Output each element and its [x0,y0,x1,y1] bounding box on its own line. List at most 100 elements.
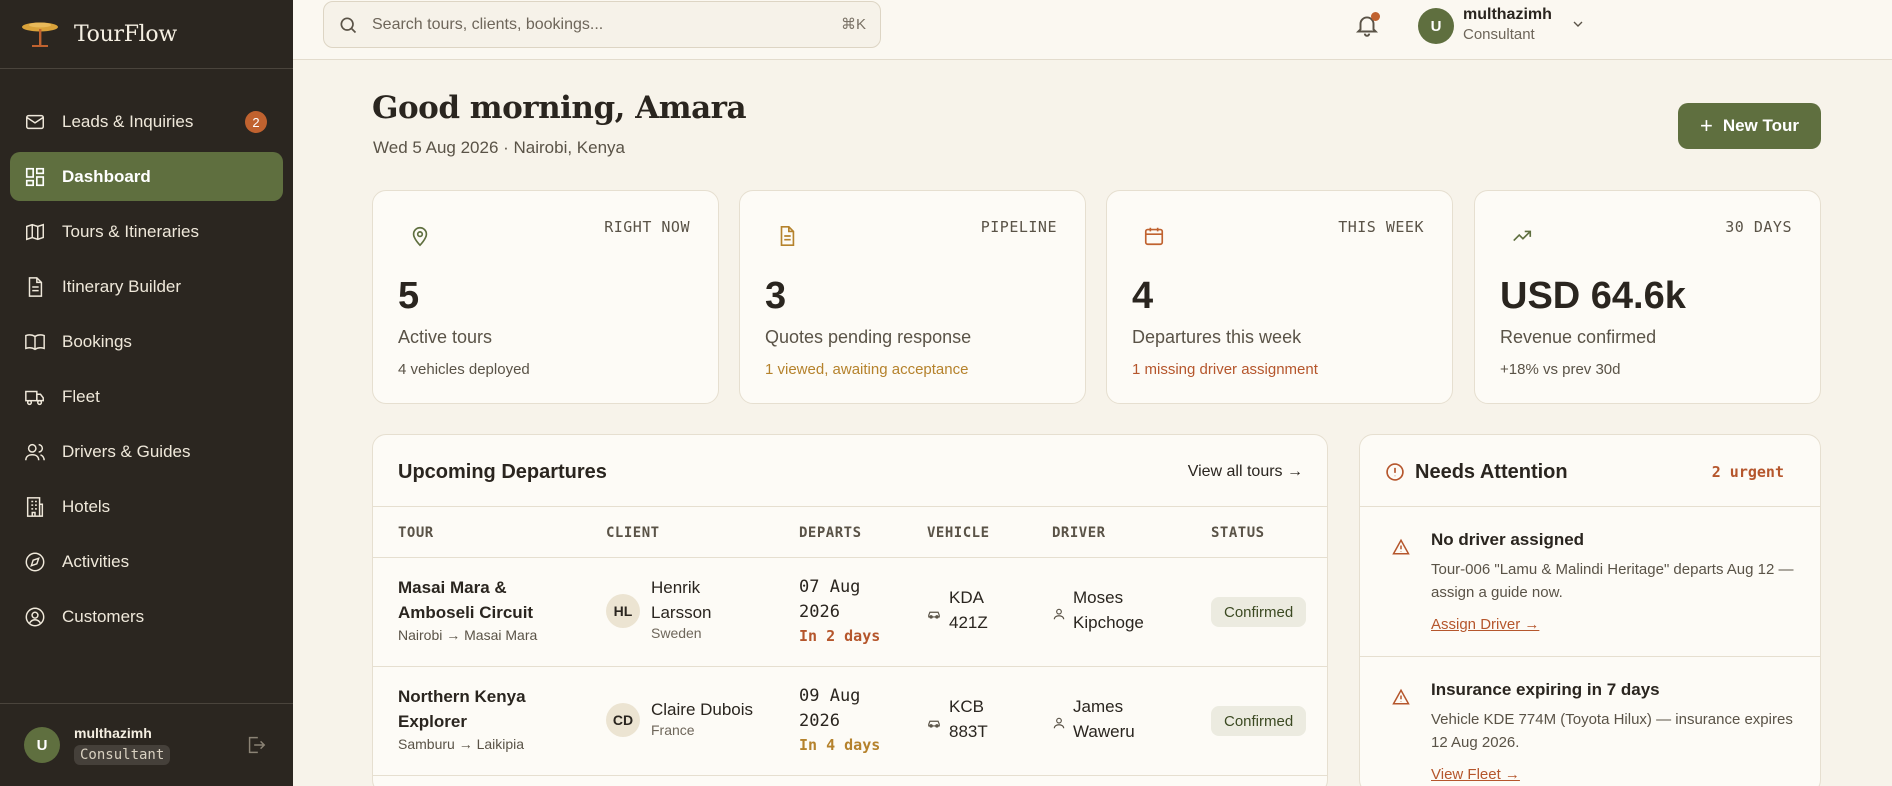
building-icon [26,496,44,517]
driver-name-line: Kipchoge [1073,613,1144,632]
client-country: Sweden [651,625,702,641]
topbar-user-name: multhazimh [1463,6,1552,23]
driver-cell: James Waweru [1073,694,1135,744]
stat-eyebrow: PIPELINE [980,218,1057,236]
sidebar-item-drivers[interactable]: Drivers & Guides [10,427,283,476]
tour-route: Samburu → Laikipia [398,736,525,752]
topbar: ⌘K [293,0,1892,60]
sidebar: TourFlow Leads & Inquiries 2 Dashboard T… [0,0,293,786]
stat-card-quotes[interactable]: PIPELINE 3 Quotes pending response 1 vie… [739,190,1086,404]
dashboard-icon [25,167,45,186]
panel-title: Needs Attention [1415,461,1568,483]
sidebar-item-label: Leads & Inquiries [62,111,194,131]
tour-name-line: Explorer [398,712,467,731]
table-header: TOUR CLIENT DEPARTS VEHICLE DRIVER STATU… [373,506,1327,558]
book-icon [25,333,45,350]
sidebar-item-label: Activities [62,551,130,571]
column-header-tour[interactable]: TOUR [398,525,434,541]
alert-circle-icon [1386,463,1404,481]
needs-attention-panel: Needs Attention 2 urgent No driver assig… [1359,434,1821,786]
chevron-down-icon[interactable] [1570,16,1586,32]
tour-name-line: Northern Kenya [398,687,526,706]
sidebar-item-tours[interactable]: Tours & Itineraries [10,207,283,256]
truck-icon [25,390,44,405]
client-country: France [651,722,695,738]
stat-card-departures[interactable]: THIS WEEK 4 Departures this week 1 missi… [1106,190,1453,404]
panel-title: Upcoming Departures [398,461,607,483]
sidebar-nav: Leads & Inquiries 2 Dashboard Tours & It… [0,69,293,641]
map-pin-icon [412,226,428,247]
urgent-count: 2 urgent [1711,463,1784,481]
notification-dot [1371,12,1380,21]
table-row[interactable]: Northern Kenya Explorer Samburu → Laikip… [373,667,1327,776]
attention-item-desc: Tour-006 "Lamu & Malindi Heritage" depar… [1431,558,1806,604]
stat-sub: 4 vehicles deployed [398,361,530,378]
departs-cell: 09 Aug 2026 In 4 days [799,684,880,754]
departs-date-line: 07 Aug [799,577,861,597]
avatar[interactable]: U [1418,8,1454,44]
avatar[interactable]: U [24,727,60,763]
topbar-user-info[interactable]: multhazimh Consultant [1463,6,1552,43]
brand-name: TourFlow [74,21,177,47]
client-avatar: CD [606,703,640,737]
departs-date-line: 2026 [799,602,840,622]
stat-sub: 1 viewed, awaiting acceptance [765,361,969,378]
stat-label: Active tours [398,327,493,347]
search-input[interactable] [372,15,812,34]
sidebar-item-dashboard[interactable]: Dashboard [10,152,283,201]
client-cell: Henrik Larsson Sweden [651,575,711,641]
sidebar-item-leads[interactable]: Leads & Inquiries 2 [10,97,283,146]
table-row[interactable]: Masai Mara & Amboseli Circuit Nairobi → … [373,558,1327,667]
sidebar-user-name: multhazimh [74,725,152,741]
tourflow-logo-icon [22,22,58,47]
car-icon [928,611,940,619]
status-badge: Confirmed [1211,706,1307,736]
sidebar-item-label: Dashboard [62,166,151,186]
stat-card-revenue[interactable]: 30 DAYS USD 64.6k Revenue confirmed +18%… [1474,190,1821,404]
person-icon [1053,717,1065,729]
tour-cell: Northern Kenya Explorer Samburu → Laikip… [398,684,526,752]
departs-date-line: 2026 [799,711,840,731]
column-header-status[interactable]: STATUS [1211,525,1265,541]
column-header-client[interactable]: CLIENT [606,525,660,541]
logout-icon[interactable] [245,734,267,756]
column-header-departs[interactable]: DEPARTS [799,525,862,541]
sidebar-item-itinerary-builder[interactable]: Itinerary Builder [10,262,283,311]
attention-item: Insurance expiring in 7 days Vehicle KDE… [1360,656,1820,786]
stat-card-active-tours[interactable]: RIGHT NOW 5 Active tours 4 vehicles depl… [372,190,719,404]
view-fleet-link[interactable]: View Fleet → [1431,766,1520,783]
user-circle-icon [25,607,45,626]
assign-driver-link[interactable]: Assign Driver → [1431,616,1539,633]
sidebar-item-hotels[interactable]: Hotels [10,482,283,531]
column-header-vehicle[interactable]: VEHICLE [927,525,990,541]
car-icon [928,720,940,728]
brand[interactable]: TourFlow [0,0,293,69]
calendar-icon [1144,227,1164,246]
attention-item-title: No driver assigned [1431,530,1585,549]
plus-icon: + [1699,113,1713,138]
sidebar-item-activities[interactable]: Activities [10,537,283,586]
tour-name-line: Masai Mara & [398,578,507,597]
sidebar-item-label: Hotels [62,496,111,516]
date-location: Wed 5 Aug 2026 · Nairobi, Kenya [373,138,626,157]
search-box[interactable]: ⌘K [323,1,881,48]
stat-label: Departures this week [1132,327,1302,347]
attention-item-title: Insurance expiring in 7 days [1431,680,1660,699]
sidebar-user-role: Consultant [74,745,171,765]
column-header-driver[interactable]: DRIVER [1052,525,1106,541]
person-icon [1053,608,1065,620]
departs-countdown: In 2 days [799,627,881,645]
users-icon [25,443,45,460]
departs-date-line: 09 Aug [799,686,861,706]
sidebar-item-fleet[interactable]: Fleet [10,372,283,421]
sidebar-item-customers[interactable]: Customers [10,592,283,641]
view-all-tours-link[interactable]: View all tours → [1188,463,1303,481]
stat-label: Revenue confirmed [1500,327,1657,347]
search-icon [340,17,357,33]
attention-desc-line: Tour-006 "Lamu & Malindi Heritage" depar… [1431,561,1794,578]
new-tour-button[interactable]: + New Tour [1678,103,1821,149]
sidebar-item-label: Fleet [62,386,100,406]
sidebar-item-bookings[interactable]: Bookings [10,317,283,366]
mail-icon [26,114,44,129]
vehicle-plate-line: KDA [949,588,984,607]
